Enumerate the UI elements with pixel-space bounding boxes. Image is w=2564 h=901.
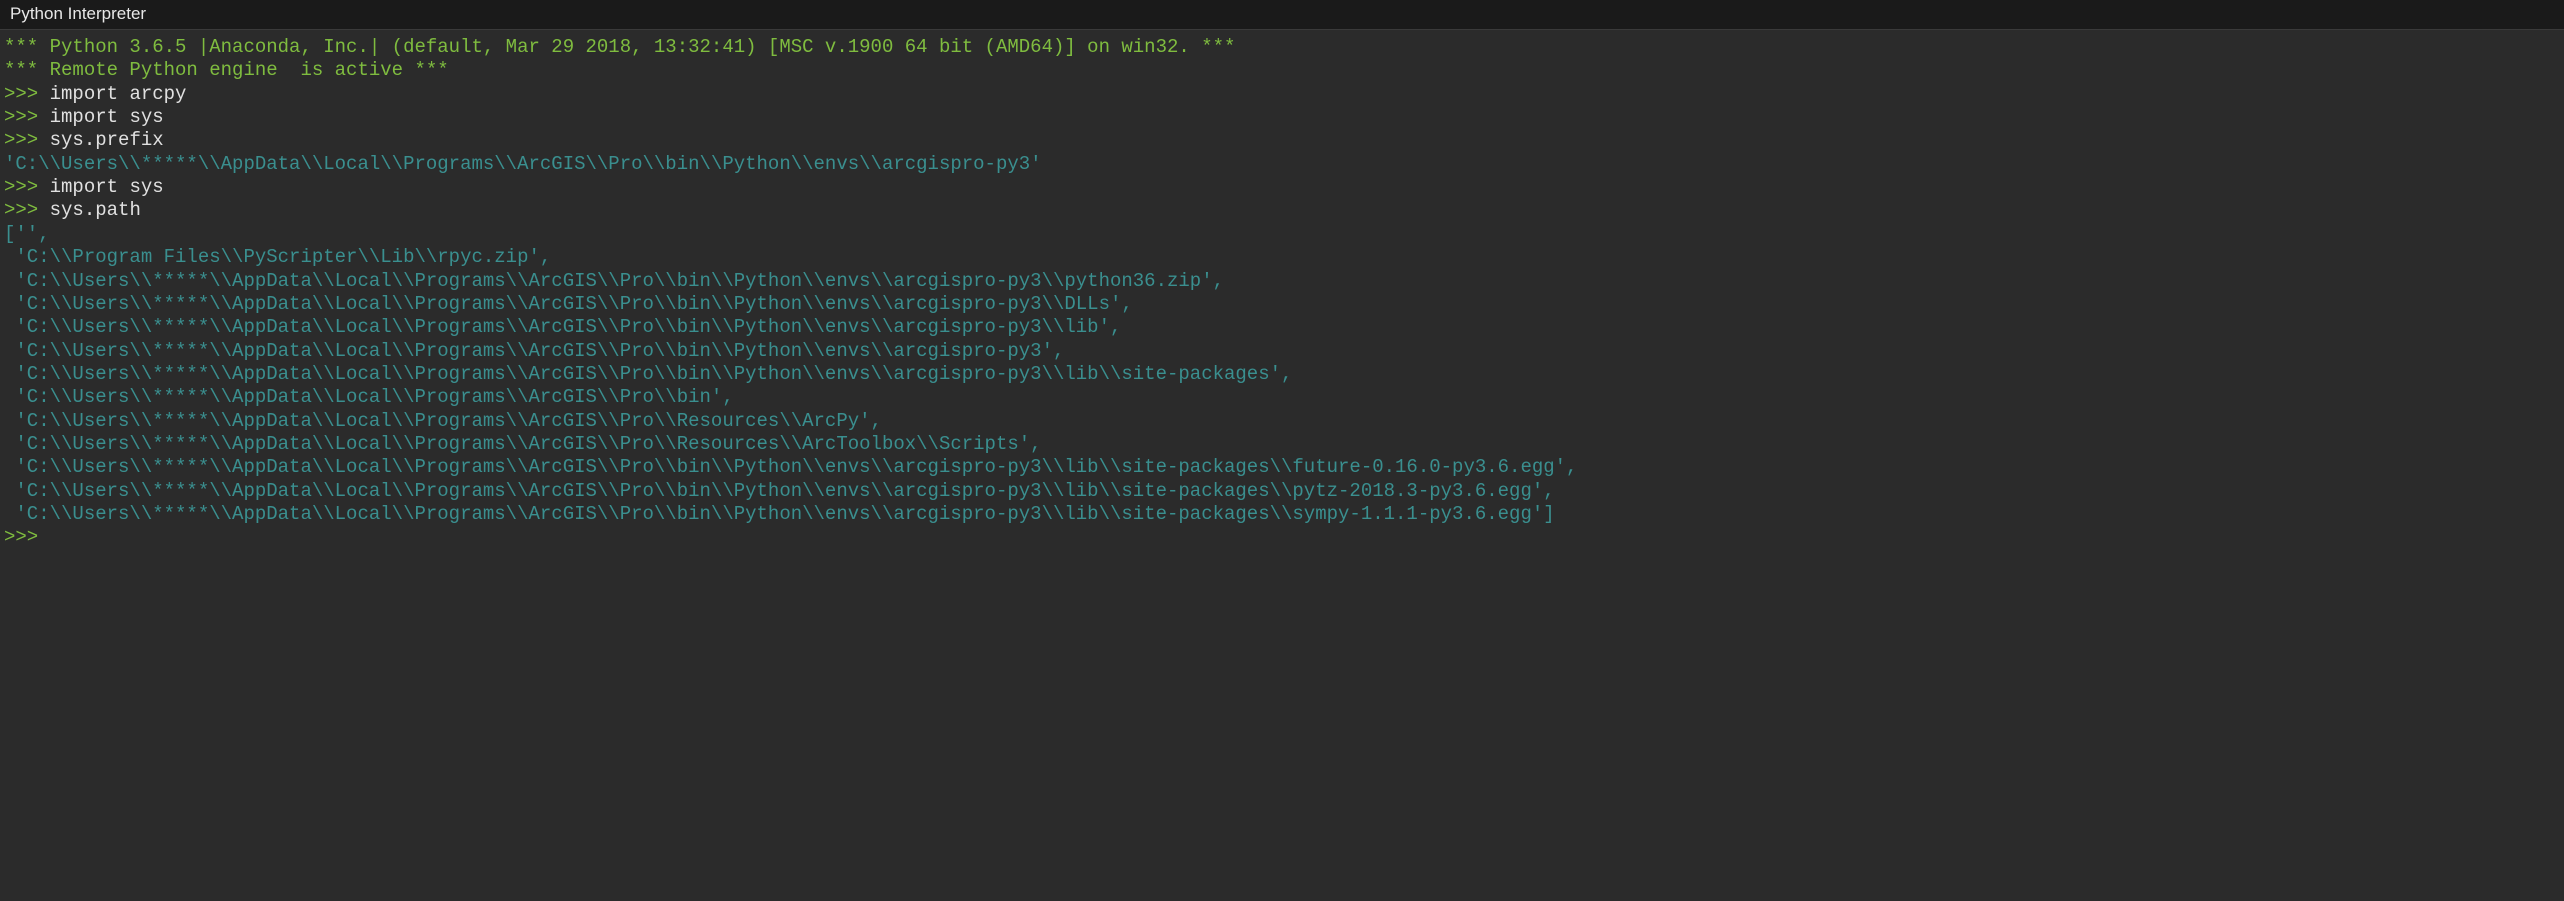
command-text: import sys	[50, 176, 164, 198]
prompt: >>>	[4, 176, 38, 198]
repl-line: >>> import sys	[4, 106, 2560, 129]
command-text: sys.prefix	[50, 129, 164, 151]
output-path-item: 'C:\\Users\\*****\\AppData\\Local\\Progr…	[4, 316, 2560, 339]
banner-line-1: *** Python 3.6.5 |Anaconda, Inc.| (defau…	[4, 36, 2560, 59]
prompt: >>>	[4, 199, 38, 221]
command-text: import arcpy	[50, 83, 187, 105]
output-path-item: 'C:\\Program Files\\PyScripter\\Lib\\rpy…	[4, 246, 2560, 269]
window-title: Python Interpreter	[10, 4, 146, 23]
title-bar: Python Interpreter	[0, 0, 2564, 30]
banner-line-2: *** Remote Python engine is active ***	[4, 59, 2560, 82]
output-path-item: 'C:\\Users\\*****\\AppData\\Local\\Progr…	[4, 480, 2560, 503]
repl-prompt-empty[interactable]: >>>	[4, 526, 2560, 549]
prompt: >>>	[4, 83, 38, 105]
repl-line: >>> sys.path	[4, 199, 2560, 222]
repl-line: >>> sys.prefix	[4, 129, 2560, 152]
output-line: 'C:\\Users\\*****\\AppData\\Local\\Progr…	[4, 153, 2560, 176]
command-text: import sys	[50, 106, 164, 128]
terminal-output[interactable]: *** Python 3.6.5 |Anaconda, Inc.| (defau…	[0, 30, 2564, 556]
output-path-item: 'C:\\Users\\*****\\AppData\\Local\\Progr…	[4, 410, 2560, 433]
output-line: ['',	[4, 223, 2560, 246]
output-path-item: 'C:\\Users\\*****\\AppData\\Local\\Progr…	[4, 363, 2560, 386]
prompt: >>>	[4, 106, 38, 128]
output-path-item: 'C:\\Users\\*****\\AppData\\Local\\Progr…	[4, 293, 2560, 316]
output-path-item: 'C:\\Users\\*****\\AppData\\Local\\Progr…	[4, 456, 2560, 479]
prompt: >>>	[4, 526, 38, 548]
output-path-item: 'C:\\Users\\*****\\AppData\\Local\\Progr…	[4, 503, 2560, 526]
output-path-item: 'C:\\Users\\*****\\AppData\\Local\\Progr…	[4, 386, 2560, 409]
output-path-item: 'C:\\Users\\*****\\AppData\\Local\\Progr…	[4, 433, 2560, 456]
repl-line: >>> import arcpy	[4, 83, 2560, 106]
output-path-item: 'C:\\Users\\*****\\AppData\\Local\\Progr…	[4, 270, 2560, 293]
prompt: >>>	[4, 129, 38, 151]
command-text: sys.path	[50, 199, 141, 221]
repl-line: >>> import sys	[4, 176, 2560, 199]
output-path-item: 'C:\\Users\\*****\\AppData\\Local\\Progr…	[4, 340, 2560, 363]
